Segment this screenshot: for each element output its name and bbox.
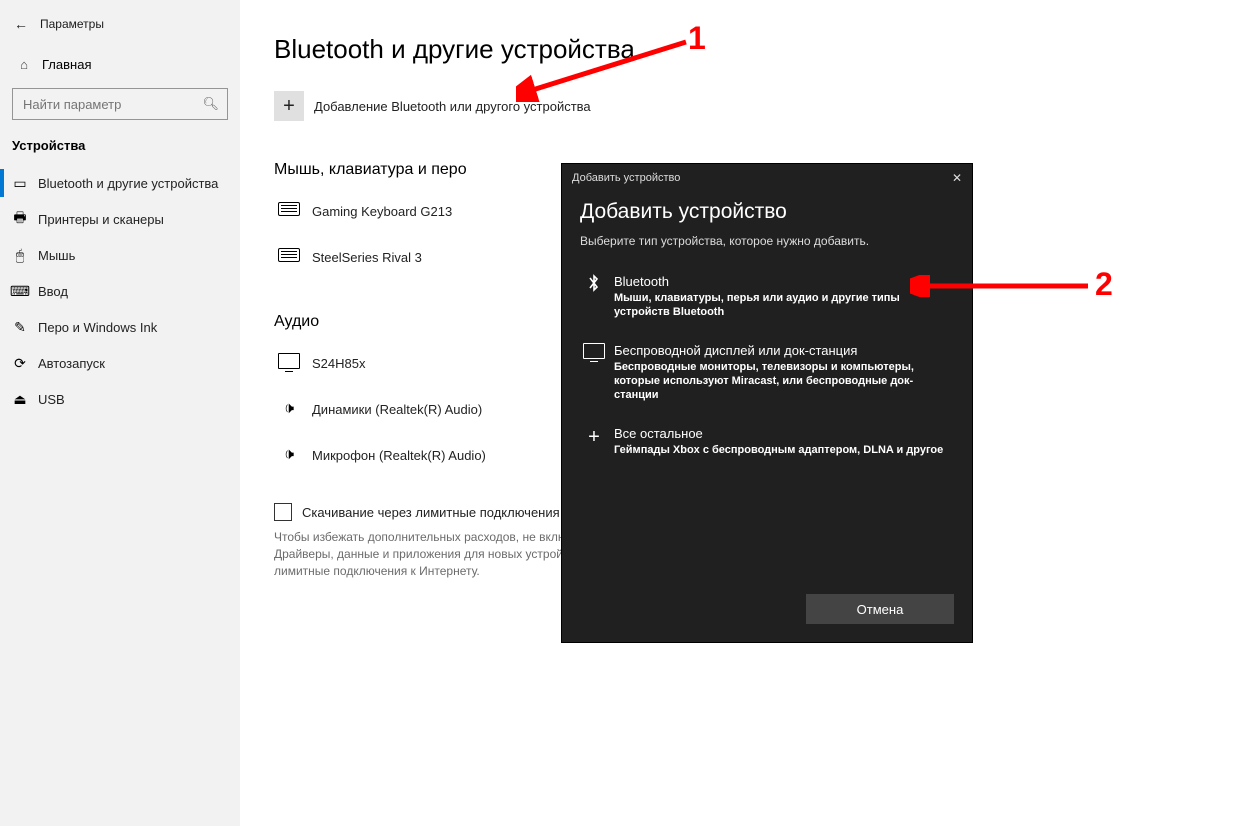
search-box[interactable]: 🔍︎	[12, 88, 228, 120]
option-desc: Беспроводные мониторы, телевизоры и комп…	[614, 360, 954, 402]
back-button[interactable]: ←	[12, 16, 30, 32]
sidebar-item-label: Перо и Windows Ink	[38, 320, 157, 335]
sidebar: ← Параметры ⌂ Главная 🔍︎ Устройства ▭ Bl…	[0, 0, 240, 826]
sidebar-item-printers[interactable]: 🖶 Принтеры и сканеры	[0, 201, 240, 237]
add-device-label: Добавление Bluetooth или другого устройс…	[314, 99, 591, 114]
keyboard-icon	[274, 248, 304, 267]
display-icon	[580, 343, 608, 364]
option-title: Беспроводной дисплей или док-станция	[614, 343, 954, 358]
window-title: Параметры	[40, 17, 104, 31]
usb-icon: ⏏	[8, 391, 32, 408]
dialog-titlebar-text: Добавить устройство	[572, 172, 680, 184]
close-icon[interactable]: ✕	[952, 171, 962, 185]
keyboard-icon: ⌨	[8, 283, 32, 300]
dialog-option-bluetooth[interactable]: Bluetooth Мыши, клавиатуры, перья или ау…	[580, 266, 954, 327]
device-name: S24H85x	[312, 356, 365, 371]
sidebar-category: Устройства	[0, 138, 240, 153]
home-icon: ⌂	[12, 57, 36, 72]
cancel-button[interactable]: Отмена	[806, 594, 954, 624]
device-name: SteelSeries Rival 3	[312, 250, 422, 265]
option-title: Все остальное	[614, 426, 943, 441]
search-icon: 🔍︎	[202, 96, 219, 112]
home-link[interactable]: ⌂ Главная	[0, 46, 240, 82]
metered-checkbox[interactable]	[274, 503, 292, 521]
dialog-option-other[interactable]: + Все остальное Геймпады Xbox с беспрово…	[580, 418, 954, 465]
sidebar-item-label: Автозапуск	[38, 356, 105, 371]
speaker-icon: 🕩	[274, 400, 304, 418]
add-device-button[interactable]: + Добавление Bluetooth или другого устро…	[274, 91, 1210, 121]
plus-icon: +	[274, 91, 304, 121]
sidebar-item-mouse[interactable]: 🖱 Мышь	[0, 237, 240, 273]
sidebar-item-typing[interactable]: ⌨ Ввод	[0, 273, 240, 309]
sidebar-item-label: Мышь	[38, 248, 75, 263]
sidebar-item-label: Ввод	[38, 284, 68, 299]
dialog-heading: Добавить устройство	[580, 200, 954, 224]
sidebar-item-label: USB	[38, 392, 65, 407]
pen-icon: ✎	[8, 319, 32, 336]
page-heading: Bluetooth и другие устройства	[274, 34, 1210, 65]
annotation-number-2: 2	[1095, 266, 1113, 303]
home-label: Главная	[42, 57, 91, 72]
monitor-icon	[274, 353, 304, 374]
device-name: Gaming Keyboard G213	[312, 204, 452, 219]
add-device-dialog: Добавить устройство ✕ Добавить устройств…	[562, 164, 972, 642]
search-input[interactable]	[21, 96, 202, 113]
sidebar-item-usb[interactable]: ⏏ USB	[0, 381, 240, 417]
sidebar-item-label: Принтеры и сканеры	[38, 212, 164, 227]
header-row: ← Параметры	[0, 10, 240, 38]
printer-icon: 🖶	[8, 207, 32, 231]
bluetooth-icon	[580, 274, 608, 297]
sidebar-item-label: Bluetooth и другие устройства	[38, 176, 218, 191]
sidebar-item-autoplay[interactable]: ⟳ Автозапуск	[0, 345, 240, 381]
mouse-icon: 🖱	[8, 247, 32, 264]
sidebar-list: ▭ Bluetooth и другие устройства 🖶 Принте…	[0, 165, 240, 417]
option-desc: Мыши, клавиатуры, перья или аудио и друг…	[614, 291, 954, 319]
device-name: Микрофон (Realtek(R) Audio)	[312, 448, 486, 463]
speaker-icon: 🕩	[274, 446, 304, 464]
option-title: Bluetooth	[614, 274, 954, 289]
autoplay-icon: ⟳	[8, 355, 32, 372]
dialog-subtitle: Выберите тип устройства, которое нужно д…	[580, 234, 954, 248]
metered-label: Скачивание через лимитные подключения	[302, 505, 560, 520]
annotation-number-1: 1	[688, 20, 706, 57]
dialog-titlebar: Добавить устройство ✕	[562, 164, 972, 192]
keyboard-icon	[274, 202, 304, 221]
rect-icon: ▭	[8, 175, 32, 192]
plus-icon: +	[580, 426, 608, 449]
device-name: Динамики (Realtek(R) Audio)	[312, 402, 482, 417]
option-desc: Геймпады Xbox с беспроводным адаптером, …	[614, 443, 943, 457]
sidebar-item-pen[interactable]: ✎ Перо и Windows Ink	[0, 309, 240, 345]
sidebar-item-bluetooth[interactable]: ▭ Bluetooth и другие устройства	[0, 165, 240, 201]
dialog-option-wireless-display[interactable]: Беспроводной дисплей или док-станция Бес…	[580, 335, 954, 410]
